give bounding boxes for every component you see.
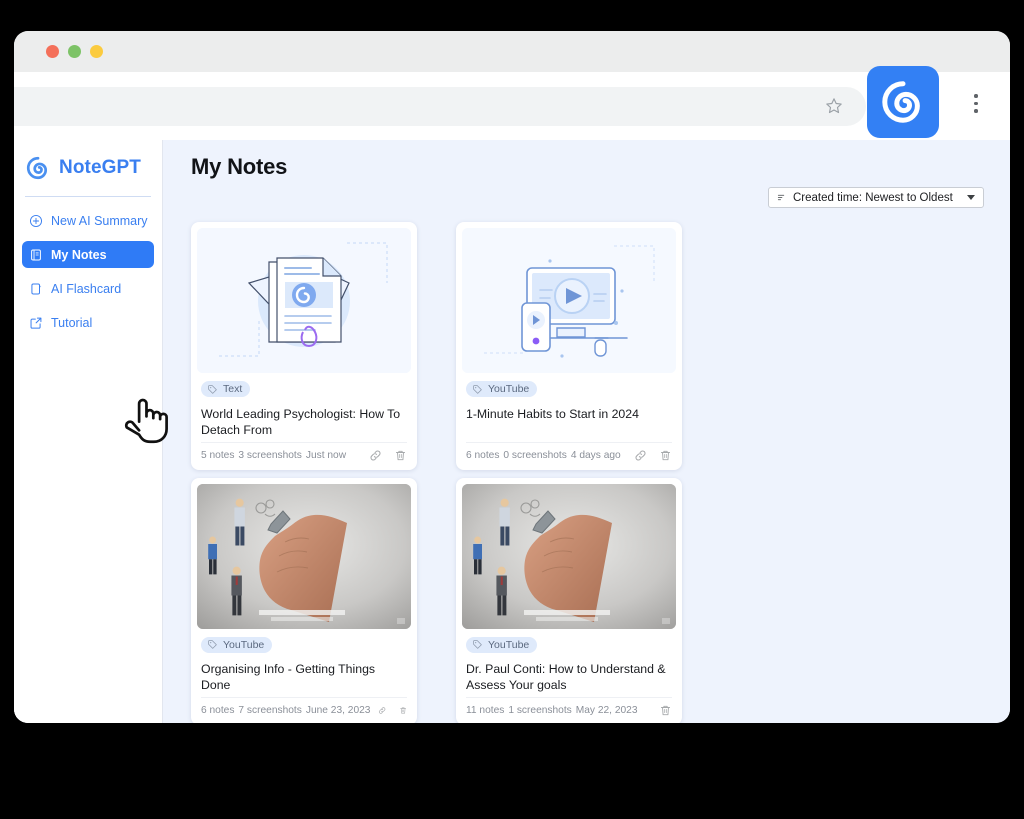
note-tag: Text	[201, 381, 251, 397]
note-thumbnail	[197, 483, 411, 629]
sort-dropdown[interactable]: Created time: Newest to Oldest	[768, 187, 984, 208]
chevron-down-icon	[967, 195, 975, 200]
sort-toolbar: Created time: Newest to Oldest	[191, 187, 984, 208]
main-content: My Notes Created time: Newest to Oldest	[163, 140, 1010, 723]
notegpt-logo-icon	[26, 156, 48, 180]
note-card-footer: 6 notes 7 screenshots June 23, 2023	[201, 697, 407, 723]
minimize-window-button[interactable]	[68, 45, 81, 58]
notegpt-spiral-logo-icon	[882, 81, 920, 123]
sidebar-item-label: Tutorial	[51, 315, 93, 330]
flashcard-icon	[31, 283, 42, 294]
sidebar-item-ai-flashcard[interactable]: AI Flashcard	[22, 275, 154, 302]
browser-toolbar	[14, 66, 1010, 140]
sidebar: NoteGPT New AI Summary My Notes AI Flash…	[14, 140, 163, 723]
note-tag: YouTube	[201, 636, 273, 653]
sort-icon	[777, 194, 785, 201]
trash-icon[interactable]	[659, 704, 672, 717]
note-title: Dr. Paul Conti: How to Understand & Asse…	[466, 662, 666, 692]
whiteboard-video-frame-icon	[197, 483, 411, 629]
note-tag-label: YouTube	[488, 383, 530, 395]
document-illustration-icon	[197, 228, 411, 373]
note-tag: YouTube	[466, 381, 538, 397]
card-slot: YouTube 1-Minute Habits to Start in 2024…	[456, 222, 721, 470]
close-window-button[interactable]	[46, 45, 59, 58]
card-slot: Text World Leading Psychologist: How To …	[191, 222, 456, 470]
note-count: 6 notes	[201, 705, 235, 716]
note-card-body: YouTube Organising Info - Getting Things…	[191, 629, 417, 694]
link-icon[interactable]	[634, 449, 647, 462]
brand: NoteGPT	[14, 149, 162, 187]
note-card-footer: 5 notes 3 screenshots Just now	[201, 441, 407, 470]
notes-grid: Text World Leading Psychologist: How To …	[191, 222, 984, 723]
maximize-window-button[interactable]	[90, 45, 103, 58]
note-card-footer: 11 notes 1 screenshots May 22, 2023	[466, 697, 672, 723]
screenshot-count: 3 screenshots	[238, 449, 302, 461]
sidebar-item-label: My Notes	[51, 247, 107, 262]
app-viewport: NoteGPT New AI Summary My Notes AI Flash…	[14, 140, 1010, 723]
note-title: World Leading Psychologist: How To Detac…	[201, 406, 401, 437]
note-card-body: Text World Leading Psychologist: How To …	[191, 373, 417, 438]
note-title: Organising Info - Getting Things Done	[201, 662, 376, 692]
address-bar[interactable]	[14, 87, 866, 126]
browser-menu-button[interactable]	[974, 94, 978, 117]
sidebar-divider	[25, 196, 151, 197]
note-count: 11 notes	[466, 705, 505, 716]
card-slot: YouTube Organising Info - Getting Things…	[191, 477, 456, 723]
trash-icon[interactable]	[394, 449, 407, 462]
sidebar-item-label: AI Flashcard	[51, 281, 122, 296]
note-count: 6 notes	[466, 449, 500, 461]
tag-icon	[473, 384, 482, 394]
note-date: Just now	[305, 449, 347, 461]
bookmark-star-icon[interactable]	[824, 96, 844, 116]
whiteboard-video-frame-icon	[462, 483, 676, 629]
note-tag-label: YouTube	[488, 638, 530, 651]
tag-icon	[208, 384, 217, 394]
page-title: My Notes	[191, 154, 288, 179]
note-card[interactable]: YouTube 1-Minute Habits to Start in 2024…	[456, 222, 682, 470]
link-icon[interactable]	[369, 449, 382, 462]
trash-icon[interactable]	[659, 449, 672, 462]
video-illustration-icon	[462, 228, 676, 373]
plus-circle-icon	[29, 214, 43, 227]
sidebar-item-my-notes[interactable]: My Notes	[22, 241, 154, 268]
sidebar-item-tutorial[interactable]: Tutorial	[22, 309, 154, 336]
note-thumbnail	[462, 483, 676, 629]
note-tag-label: Text	[223, 383, 243, 395]
sidebar-item-new-ai-summary[interactable]: New AI Summary	[22, 207, 154, 234]
note-card-body: YouTube Dr. Paul Conti: How to Understan…	[456, 629, 682, 694]
notegpt-extension-button[interactable]	[867, 66, 939, 138]
sort-dropdown-value: Created time: Newest to Oldest	[793, 191, 953, 204]
note-thumbnail	[462, 228, 676, 373]
note-card-footer: 6 notes 0 screenshots 4 days ago	[466, 441, 672, 470]
titlebar	[14, 31, 1010, 72]
note-date: 4 days ago	[570, 449, 621, 461]
trash-icon[interactable]	[399, 704, 407, 717]
note-date: May 22, 2023	[575, 705, 638, 716]
note-card-body: YouTube 1-Minute Habits to Start in 2024	[456, 373, 682, 438]
link-icon[interactable]	[378, 704, 386, 717]
external-link-icon	[30, 317, 42, 329]
traffic-light-buttons	[46, 45, 103, 58]
note-tag-label: YouTube	[223, 638, 265, 651]
screenshot-count: 7 screenshots	[238, 705, 302, 716]
tag-icon	[473, 640, 482, 649]
screenshot-count: 0 screenshots	[503, 449, 567, 461]
note-card[interactable]: YouTube Dr. Paul Conti: How to Understan…	[456, 477, 682, 723]
note-title: 1-Minute Habits to Start in 2024	[466, 406, 639, 421]
note-thumbnail	[197, 228, 411, 373]
sidebar-item-label: New AI Summary	[51, 213, 148, 228]
note-tag: YouTube	[466, 636, 538, 653]
tag-icon	[208, 640, 217, 649]
card-slot: YouTube Dr. Paul Conti: How to Understan…	[456, 477, 721, 723]
notebook-icon	[31, 249, 41, 260]
note-card[interactable]: Text World Leading Psychologist: How To …	[191, 222, 417, 470]
note-count: 5 notes	[201, 449, 235, 461]
note-card[interactable]: YouTube Organising Info - Getting Things…	[191, 477, 417, 723]
brand-name: NoteGPT	[59, 157, 141, 178]
screenshot-count: 1 screenshots	[508, 705, 572, 716]
browser-window: NoteGPT New AI Summary My Notes AI Flash…	[14, 31, 1010, 723]
sidebar-nav: New AI Summary My Notes AI Flashcard Tut…	[14, 207, 162, 336]
note-date: June 23, 2023	[305, 705, 371, 716]
